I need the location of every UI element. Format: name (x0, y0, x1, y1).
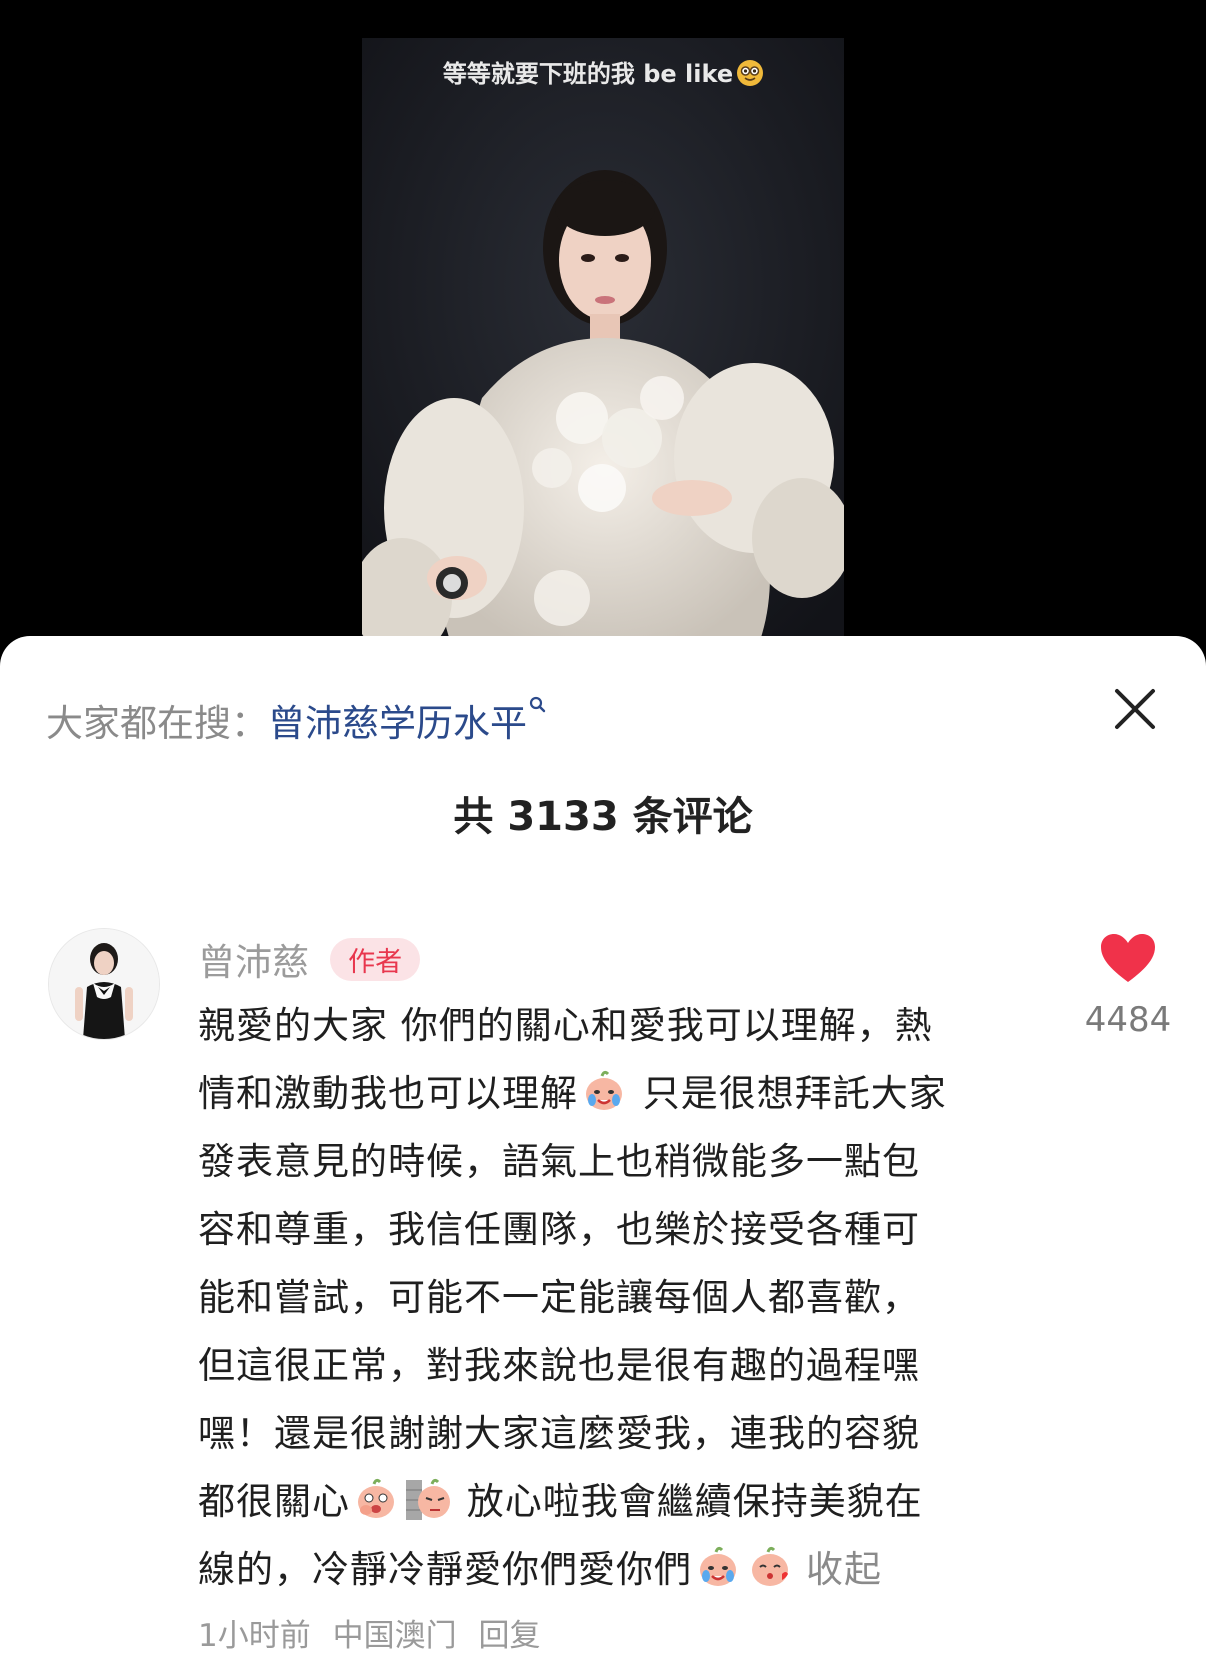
comment-line: 都很關心 放心啦我會繼續保持美貌在 (198, 1468, 1038, 1536)
comment-line: 發表意見的時候，語氣上也稍微能多一點包 (198, 1140, 920, 1183)
crying-peach-icon (586, 1070, 622, 1110)
reply-button[interactable]: 回复 (478, 1618, 540, 1654)
comment-line: 容和尊重，我信任團隊，也樂於接受各種可 (198, 1208, 920, 1251)
close-button[interactable] (1112, 686, 1158, 732)
search-suggestion-term[interactable]: 曾沛慈学历水平 (268, 702, 527, 745)
heart-icon[interactable] (1099, 932, 1157, 984)
collapse-link[interactable]: 收起 (806, 1548, 882, 1591)
video-frame[interactable]: 等等就要下班的我 be like (362, 38, 844, 660)
comment-line: 親愛的大家 你們的關心和愛我可以理解，熱 (198, 1004, 933, 1047)
search-suggestion[interactable]: 大家都在搜：曾沛慈学历水平 (46, 684, 547, 747)
avatar[interactable] (48, 928, 160, 1040)
crying-peach-icon (700, 1546, 736, 1586)
comment-line: 情和激動我也可以理解 只是很想拜託大家 (198, 1060, 1038, 1128)
comment-meta: 1小时前 中国澳门 回复 (198, 1610, 552, 1655)
like-button[interactable]: 4484 (1076, 932, 1180, 1040)
video-player[interactable]: 等等就要下班的我 be like (0, 0, 1206, 660)
video-caption: 等等就要下班的我 be like (362, 54, 844, 89)
comment-author-name[interactable]: 曾沛慈 (198, 941, 309, 984)
peeking-peach-icon (358, 1478, 394, 1518)
comment-body[interactable]: 親愛的大家 你們的關心和愛我可以理解，熱 情和激動我也可以理解 只是很想拜託大家… (198, 992, 1038, 1604)
search-suggestion-prefix: 大家都在搜： (46, 702, 268, 745)
comments-sheet: 大家都在搜：曾沛慈学历水平 共 3133 条评论 曾沛慈 作者 親愛的大家 你們… (0, 636, 1206, 1656)
comment-line: 但這很正常，對我來說也是很有趣的過程嘿 (198, 1344, 920, 1387)
close-icon[interactable] (1112, 686, 1158, 732)
author-badge: 作者 (330, 937, 421, 981)
comments-count-title: 共 3133 条评论 (453, 794, 753, 840)
comment-author-row: 曾沛慈 作者 (198, 932, 421, 984)
comment-time: 1小时前 (198, 1618, 311, 1654)
comment-line: 能和嘗試，可能不一定能讓每個人都喜歡， (198, 1276, 920, 1319)
comment-line: 線的，冷靜冷靜愛你們愛你們 收起 (198, 1536, 1038, 1604)
comment-line: 嘿！還是很謝謝大家這麼愛我，連我的容貌 (198, 1412, 920, 1455)
nerd-face-icon (737, 60, 764, 86)
wall-peeking-peach-icon (406, 1478, 450, 1520)
like-count: 4484 (1084, 1000, 1172, 1040)
video-thumbnail (362, 38, 844, 660)
comment-location: 中国澳门 (332, 1618, 457, 1654)
search-icon[interactable] (529, 684, 547, 713)
kissing-peach-icon (752, 1546, 788, 1586)
